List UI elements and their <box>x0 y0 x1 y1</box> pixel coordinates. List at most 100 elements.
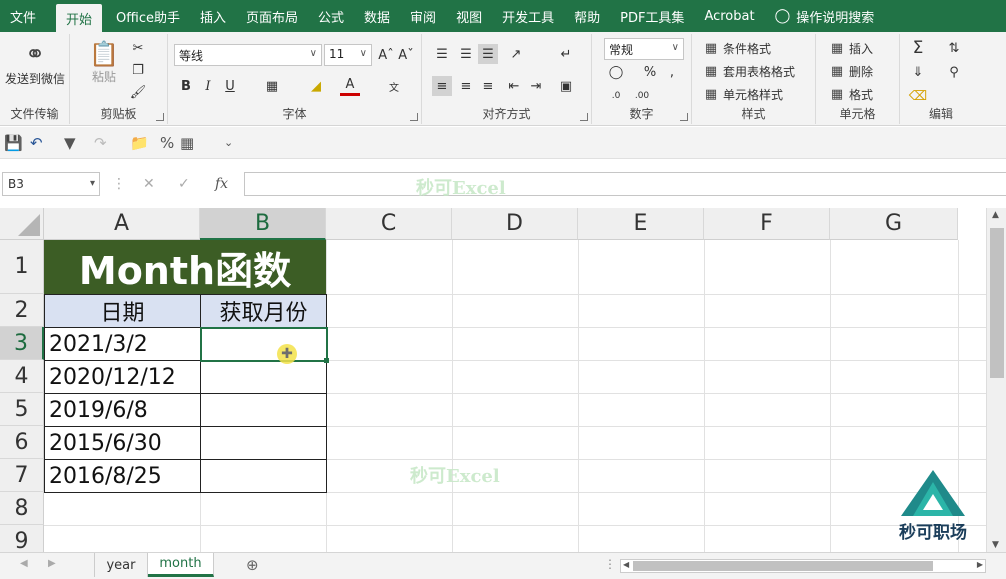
number-format-select[interactable]: 常规 ∨ <box>604 38 684 60</box>
redo-icon[interactable]: ↷ <box>94 134 107 152</box>
row-header-7[interactable]: 7 <box>0 459 44 492</box>
select-all-button[interactable] <box>0 208 44 240</box>
autosum-icon[interactable]: Σ <box>908 38 928 58</box>
comma-style-icon[interactable]: , <box>662 62 682 82</box>
tab-developer[interactable]: 开发工具 <box>492 0 564 32</box>
scroll-down-icon[interactable]: ▼ <box>992 540 999 550</box>
clipboard-launcher-icon[interactable] <box>156 113 164 121</box>
border-icon[interactable]: ▦ <box>262 76 282 96</box>
tab-tell-me[interactable]: ◯ 操作说明搜索 <box>765 0 885 32</box>
tab-home[interactable]: 开始 <box>56 4 103 32</box>
font-name-select[interactable]: 等线 ∨ <box>174 44 322 66</box>
decrease-indent-icon[interactable]: ⇤ <box>504 76 524 96</box>
number-launcher-icon[interactable] <box>680 113 688 121</box>
align-left-icon[interactable]: ≡ <box>432 76 452 96</box>
insert-cells-button[interactable]: ▦ 插入 <box>828 38 873 58</box>
phonetic-icon[interactable]: 文 <box>384 76 404 96</box>
format-painter-icon[interactable]: 🖌 <box>128 82 148 102</box>
send-to-wechat-button[interactable]: ⚭ 发送到微信 <box>2 40 68 87</box>
save-icon[interactable]: 💾 <box>4 134 23 152</box>
scroll-right-icon[interactable]: ▶ <box>977 560 983 569</box>
filter-icon[interactable]: ▼ <box>64 134 76 152</box>
font-launcher-icon[interactable] <box>410 113 418 121</box>
column-header-c[interactable]: C <box>326 208 452 240</box>
italic-button[interactable]: I <box>198 76 218 96</box>
tab-formulas[interactable]: 公式 <box>308 0 354 32</box>
vertical-scroll-thumb[interactable] <box>990 228 1004 378</box>
cell-a7[interactable]: 2016/8/25 <box>44 459 201 493</box>
font-color-icon[interactable]: A <box>340 76 360 96</box>
tab-view[interactable]: 视图 <box>446 0 492 32</box>
cell-b4[interactable] <box>200 360 327 394</box>
wrap-text-icon[interactable]: ↵ <box>556 44 576 64</box>
increase-font-icon[interactable]: Aˆ <box>376 45 396 65</box>
font-size-select[interactable]: 11 ∨ <box>324 44 372 66</box>
row-header-5[interactable]: 5 <box>0 393 44 426</box>
align-right-icon[interactable]: ≡ <box>478 76 498 96</box>
increase-decimal-icon[interactable]: .0 <box>606 86 626 106</box>
bold-button[interactable]: B <box>176 76 196 96</box>
cancel-icon[interactable]: ✕ <box>143 176 155 192</box>
currency-icon[interactable]: ◯ <box>606 62 626 82</box>
tab-splitter-icon[interactable]: ⋮ <box>604 557 616 571</box>
customize-qat-icon[interactable]: ⌄ <box>224 136 233 149</box>
formula-input[interactable] <box>244 172 1006 196</box>
conditional-format-button[interactable]: ▦ 条件格式 <box>702 38 771 58</box>
tab-help[interactable]: 帮助 <box>564 0 610 32</box>
scroll-left-icon[interactable]: ◀ <box>623 560 629 569</box>
align-center-icon[interactable]: ≡ <box>456 76 476 96</box>
cell-b2-header[interactable]: 获取月份 <box>200 294 327 328</box>
cell-styles-button[interactable]: ▦ 单元格样式 <box>702 84 783 104</box>
cell-b7[interactable] <box>200 459 327 493</box>
horizontal-scrollbar[interactable]: ◀ ▶ <box>620 559 986 573</box>
name-box[interactable]: B3 ▾ <box>2 172 100 196</box>
increase-indent-icon[interactable]: ⇥ <box>526 76 546 96</box>
cell-a4[interactable]: 2020/12/12 <box>44 360 201 394</box>
column-header-a[interactable]: A <box>44 208 200 240</box>
tab-office-assistant[interactable]: Office助手 <box>106 0 190 32</box>
tab-data[interactable]: 数据 <box>354 0 400 32</box>
clear-icon[interactable]: ⌫ <box>908 86 928 106</box>
align-bottom-icon[interactable]: ☰ <box>478 44 498 64</box>
tab-insert[interactable]: 插入 <box>190 0 236 32</box>
toolbox-icon[interactable]: ▦ <box>180 134 194 152</box>
fill-color-icon[interactable]: ◢ <box>306 76 326 96</box>
cut-icon[interactable]: ✂ <box>128 38 148 58</box>
sheet-tab-month[interactable]: month <box>148 553 214 577</box>
percent-style-icon[interactable]: % <box>160 134 174 152</box>
align-top-icon[interactable]: ☰ <box>432 44 452 64</box>
fill-icon[interactable]: ⇓ <box>908 62 928 82</box>
tab-page-layout[interactable]: 页面布局 <box>236 0 308 32</box>
tab-file[interactable]: 文件 <box>0 0 46 32</box>
column-header-d[interactable]: D <box>452 208 578 240</box>
find-select-icon[interactable]: ⚲ <box>944 62 964 82</box>
tab-review[interactable]: 审阅 <box>400 0 446 32</box>
worksheet-grid[interactable]: A B C D E F G 1 2 3 4 5 6 7 8 9 Month函数 … <box>0 208 986 552</box>
cell-a6[interactable]: 2015/6/30 <box>44 426 201 460</box>
row-header-9[interactable]: 9 <box>0 525 44 552</box>
cell-a5[interactable]: 2019/6/8 <box>44 393 201 427</box>
tab-acrobat[interactable]: Acrobat <box>694 0 764 32</box>
merge-center-icon[interactable]: ▣ <box>556 76 576 96</box>
horizontal-scroll-thumb[interactable] <box>633 561 933 571</box>
add-sheet-icon[interactable]: ⊕ <box>246 556 259 574</box>
row-header-4[interactable]: 4 <box>0 360 44 393</box>
format-cells-button[interactable]: ▦ 格式 <box>828 84 873 104</box>
format-as-table-button[interactable]: ▦ 套用表格格式 <box>702 61 795 81</box>
column-header-f[interactable]: F <box>704 208 830 240</box>
enter-icon[interactable]: ✓ <box>178 176 190 192</box>
row-header-6[interactable]: 6 <box>0 426 44 459</box>
cell-b6[interactable] <box>200 426 327 460</box>
paste-button[interactable]: 📋 粘贴 <box>84 40 124 85</box>
column-header-b[interactable]: B <box>200 208 326 240</box>
sheet-tab-year[interactable]: year <box>94 553 148 577</box>
delete-cells-button[interactable]: ▦ 删除 <box>828 61 873 81</box>
row-header-3[interactable]: 3 <box>0 327 44 360</box>
sort-filter-icon[interactable]: ⇅ <box>944 38 964 58</box>
percent-icon[interactable]: % <box>640 62 660 82</box>
cell-a2-header[interactable]: 日期 <box>44 294 201 328</box>
alignment-launcher-icon[interactable] <box>580 113 588 121</box>
cell-a3[interactable]: 2021/3/2 <box>44 327 201 361</box>
row-header-1[interactable]: 1 <box>0 240 44 294</box>
tab-pdf-tools[interactable]: PDF工具集 <box>610 0 694 32</box>
